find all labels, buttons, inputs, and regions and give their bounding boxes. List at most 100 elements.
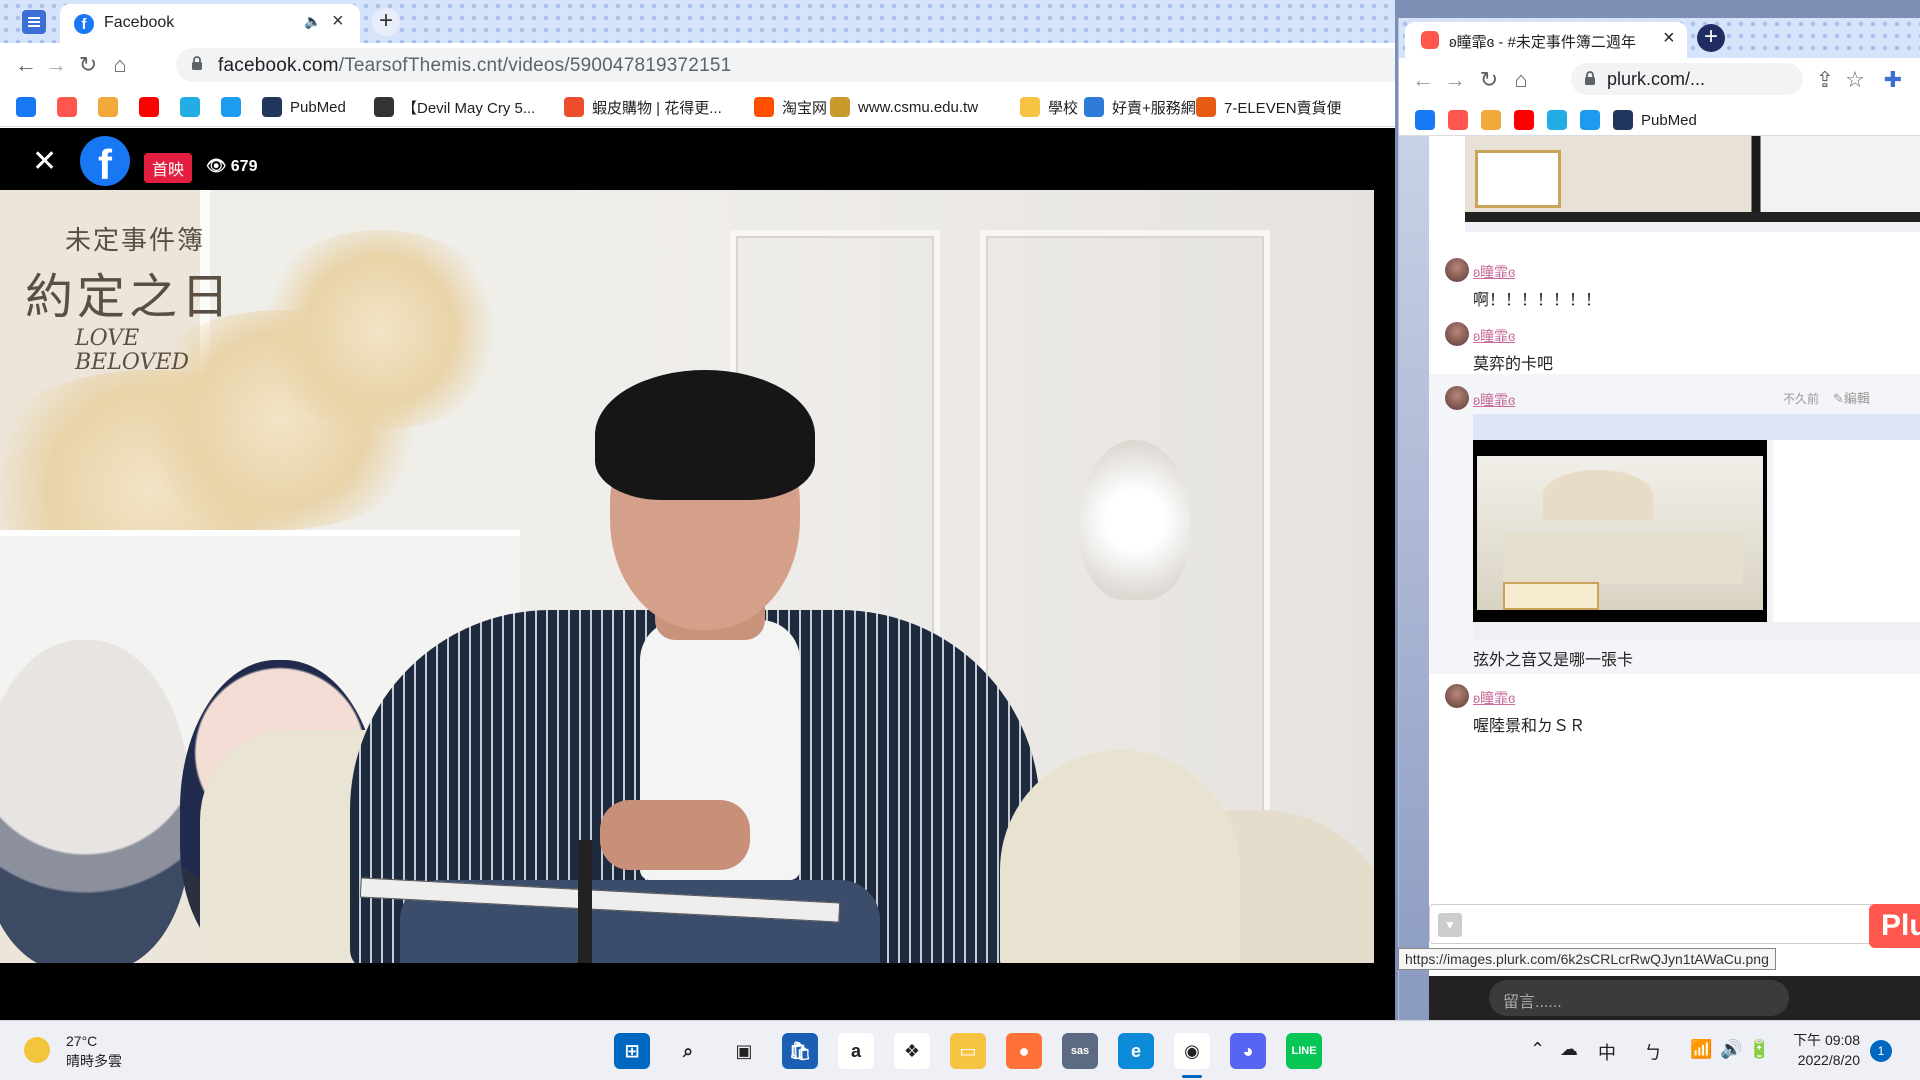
system-clock[interactable]: 下午 09:08 2022/8/20 xyxy=(1780,1030,1860,1070)
user-avatar[interactable] xyxy=(1445,684,1469,708)
facebook-logo-icon[interactable]: f xyxy=(80,136,130,188)
notification-badge[interactable]: 1 xyxy=(1870,1040,1892,1062)
bookmark-label: 淘宝网 xyxy=(782,99,828,117)
bookmark-csmu[interactable]: www.csmu.edu.tw xyxy=(830,95,978,119)
bookmark-label: 好賣+服務網 xyxy=(1112,99,1196,117)
taskbar-edge-icon[interactable]: e xyxy=(1118,1033,1154,1069)
user-avatar[interactable] xyxy=(1445,386,1469,410)
tab-facebook[interactable]: f Facebook 🔈 × xyxy=(60,4,360,43)
response-item-hover: ʚ瞳霏ɞ 不久前 ✎編輯 弦外之音又是哪一張卡 xyxy=(1429,374,1920,674)
share-icon[interactable]: ⇪ xyxy=(1811,66,1839,94)
tab-close-icon[interactable]: × xyxy=(1663,27,1675,50)
forward-arrow-icon[interactable]: → xyxy=(42,51,70,79)
home-icon[interactable]: ⌂ xyxy=(106,51,134,79)
bookmark-orange-square[interactable] xyxy=(1481,108,1509,132)
new-tab-button[interactable]: + xyxy=(372,8,400,36)
response-username[interactable]: ʚ瞳霏ɞ xyxy=(1473,326,1515,346)
bookmark-star-icon[interactable]: ☆ xyxy=(1841,66,1869,94)
speaker-icon[interactable]: 🔈 xyxy=(304,13,321,30)
bookmark-shopee[interactable]: 蝦皮購物 | 花得更... xyxy=(564,95,722,119)
user-avatar[interactable] xyxy=(1445,322,1469,346)
plurk-submit-button[interactable]: Plu xyxy=(1869,904,1920,948)
bookmark-bilibili[interactable] xyxy=(180,95,208,119)
extensions-icon[interactable]: ✚ xyxy=(1879,66,1907,94)
address-bar[interactable]: facebook.com/TearsofThemis.cnt/videos/59… xyxy=(176,48,1395,82)
bookmark-twitter[interactable] xyxy=(1580,108,1608,132)
response-image-thumb[interactable] xyxy=(1465,136,1920,232)
bookmark-youtube[interactable] xyxy=(139,95,167,119)
presenter-hands xyxy=(600,800,750,870)
bookmark-pubmed[interactable]: PubMed xyxy=(262,95,346,119)
browser-toolbar: ← → ↻ ⌂ facebook.com/TearsofThemis.cnt/v… xyxy=(0,43,1395,87)
clock-date: 2022/8/20 xyxy=(1797,1052,1860,1068)
response-edit-link[interactable]: ✎編輯 xyxy=(1833,388,1870,407)
taskbar-amazon-icon[interactable]: a xyxy=(838,1033,874,1069)
back-arrow-icon[interactable]: ← xyxy=(1409,66,1437,94)
forward-arrow-icon[interactable]: → xyxy=(1441,66,1469,94)
bookmark-pubmed[interactable]: PubMed xyxy=(1613,108,1697,132)
volume-icon[interactable]: 🔊 xyxy=(1720,1039,1742,1060)
taskbar-line-icon[interactable]: LINE xyxy=(1286,1033,1322,1069)
close-viewer-icon[interactable]: ✕ xyxy=(32,144,57,179)
bookmark-seven-eleven[interactable]: 7-ELEVEN賣貨便 xyxy=(1196,95,1342,119)
tab-plurk[interactable]: ʚ瞳霏ɞ - #未定事件簿二週年 × xyxy=(1405,22,1687,58)
user-avatar[interactable] xyxy=(1445,258,1469,282)
bookmark-orange-square[interactable] xyxy=(98,95,126,119)
bookmark-taobao[interactable]: 淘宝网 xyxy=(754,95,827,119)
reload-icon[interactable]: ↻ xyxy=(74,51,102,79)
show-hidden-icons-chevron-icon[interactable]: ⌃ xyxy=(1530,1039,1545,1060)
response-username[interactable]: ʚ瞳霏ɞ xyxy=(1473,688,1515,708)
response-input[interactable]: ▼ xyxy=(1429,904,1899,944)
bookmark-twitter[interactable] xyxy=(221,95,249,119)
bookmark-haomai[interactable]: 好賣+服務網 xyxy=(1084,95,1196,119)
response-username[interactable]: ʚ瞳霏ɞ xyxy=(1473,390,1515,410)
comment-input[interactable]: 留言...... xyxy=(1489,980,1789,1016)
back-arrow-icon[interactable]: ← xyxy=(12,51,40,79)
onedrive-cloud-icon[interactable]: ☁ xyxy=(1560,1039,1578,1060)
ime-mode-icon[interactable]: ㄅ xyxy=(1644,1039,1662,1065)
plurk-bookmarks-bar: PubMed xyxy=(1399,100,1920,136)
battery-icon[interactable]: 🔋 xyxy=(1748,1039,1770,1060)
bookmark-facebook[interactable] xyxy=(16,95,44,119)
weather-desc: 晴時多雲 xyxy=(66,1053,122,1069)
plurk-responses-feed[interactable]: ʚ瞳霏ɞ 啊！！！！！！！ ʚ瞳霏ɞ 莫弈的卡吧 ʚ瞳霏ɞ 不久前 ✎編輯 弦外… xyxy=(1429,136,1920,1020)
bookmark-plurk[interactable] xyxy=(1448,108,1476,132)
plurk-side-strip xyxy=(1399,136,1429,1020)
taskbar-search-icon[interactable]: ⌕ xyxy=(670,1033,706,1069)
bookmark-youtube[interactable] xyxy=(1514,108,1542,132)
taskbar-sas-icon[interactable]: sas xyxy=(1062,1033,1098,1069)
response-screenshot-image[interactable] xyxy=(1473,414,1920,640)
bookmark-bilibili[interactable] xyxy=(1547,108,1575,132)
taskbar-store-icon[interactable]: 🛍 xyxy=(782,1033,818,1069)
bookmark-dmc[interactable]: 【Devil May Cry 5... xyxy=(374,95,535,119)
taskbar-file-explorer-icon[interactable]: ▭ xyxy=(950,1033,986,1069)
video-player[interactable]: 未定事件簿 約定之日 LOVE BELOVED xyxy=(0,190,1374,963)
tab-search-icon[interactable] xyxy=(22,10,46,34)
bookmark-plurk[interactable] xyxy=(57,95,85,119)
taskbar-start-icon[interactable]: ⊞ xyxy=(614,1033,650,1069)
tab-strip: f Facebook 🔈 × + xyxy=(0,0,1395,43)
qualifier-dropdown-icon[interactable]: ▼ xyxy=(1438,913,1462,937)
ime-indicator[interactable]: 中 xyxy=(1598,1039,1616,1065)
taskbar-firefox-icon[interactable]: ● xyxy=(1006,1033,1042,1069)
shopee-icon xyxy=(564,97,584,117)
home-icon[interactable]: ⌂ xyxy=(1507,66,1535,94)
plurk-toolbar: ← → ↻ ⌂ plurk.com/... ⇪ ☆ ✚ xyxy=(1399,58,1920,100)
plurk-icon xyxy=(57,97,77,117)
viewer-bottom-bar xyxy=(0,963,1395,1020)
reload-icon[interactable]: ↻ xyxy=(1475,66,1503,94)
plurk-address-bar[interactable]: plurk.com/... xyxy=(1571,63,1803,95)
bookmarks-bar: PubMed 【Devil May Cry 5... 蝦皮購物 | 花得更... 淘宝… xyxy=(0,87,1395,127)
response-item: ʚ瞳霏ɞ 莫弈的卡吧 xyxy=(1429,318,1920,378)
response-username[interactable]: ʚ瞳霏ɞ xyxy=(1473,262,1515,282)
taskbar-task-view-icon[interactable]: ▣ xyxy=(726,1033,762,1069)
taskbar-chrome-icon[interactable]: ◉ xyxy=(1174,1033,1210,1069)
new-tab-button[interactable]: + xyxy=(1697,24,1725,52)
tab-close-icon[interactable]: × xyxy=(332,10,344,33)
taskbar-discord-icon[interactable]: ◕ xyxy=(1230,1033,1266,1069)
wifi-icon[interactable]: 📶 xyxy=(1690,1039,1712,1060)
bookmark-folder[interactable]: 學校 xyxy=(1020,95,1078,119)
presenter-hair xyxy=(595,370,815,500)
bookmark-facebook[interactable] xyxy=(1415,108,1443,132)
taskbar-dropbox-icon[interactable]: ❖ xyxy=(894,1033,930,1069)
